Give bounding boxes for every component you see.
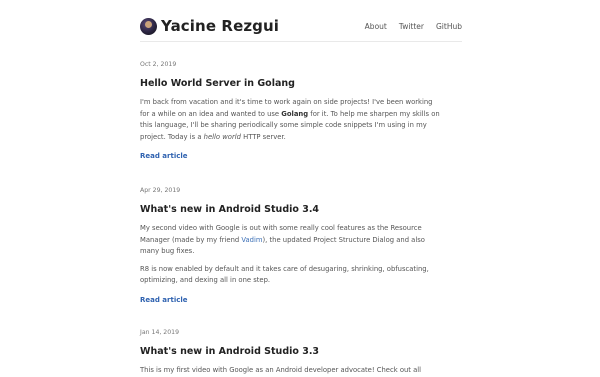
post-excerpt: I'm back from vacation and it's time to … [140, 97, 440, 143]
post-date: Oct 2, 2019 [140, 61, 177, 68]
post-item: Apr 29, 2019 What's new in Android Studi… [140, 186, 440, 328]
brand[interactable]: Yacine Rezgui [140, 17, 279, 35]
post-item: Jan 14, 2019 What's new in Android Studi… [140, 328, 440, 377]
header-divider [140, 41, 462, 42]
italic-text: hello world [203, 132, 241, 141]
nav-link-about[interactable]: About [365, 22, 387, 31]
post-title[interactable]: What's new in Android Studio 3.4 [140, 204, 440, 216]
nav-link-twitter[interactable]: Twitter [399, 22, 424, 31]
inline-link-vadim[interactable]: Vadim [241, 236, 262, 244]
post-paragraph: My second video with Google is out with … [140, 223, 440, 258]
avatar [140, 17, 157, 35]
read-article-link[interactable]: Read article [140, 152, 188, 160]
post-excerpt: My second video with Google is out with … [140, 223, 440, 287]
bold-text: Golang [281, 109, 309, 118]
read-article-link[interactable]: Read article [140, 296, 188, 304]
post-title[interactable]: Hello World Server in Golang [140, 78, 440, 90]
site-title[interactable]: Yacine Rezgui [161, 17, 279, 35]
site-header: Yacine Rezgui About Twitter GitHub [140, 11, 462, 41]
post-title[interactable]: What's new in Android Studio 3.3 [140, 346, 440, 358]
post-item: Oct 2, 2019 Hello World Server in Golang… [140, 60, 440, 186]
post-paragraph: I'm back from vacation and it's time to … [140, 97, 440, 143]
post-list: Oct 2, 2019 Hello World Server in Golang… [140, 60, 440, 377]
main-nav: About Twitter GitHub [365, 22, 462, 31]
post-paragraph: R8 is now enabled by default and it take… [140, 264, 429, 285]
post-date: Jan 14, 2019 [140, 329, 180, 336]
post-date: Apr 29, 2019 [140, 187, 181, 194]
text-segment: HTTP server. [240, 132, 286, 141]
nav-link-github[interactable]: GitHub [436, 22, 462, 31]
